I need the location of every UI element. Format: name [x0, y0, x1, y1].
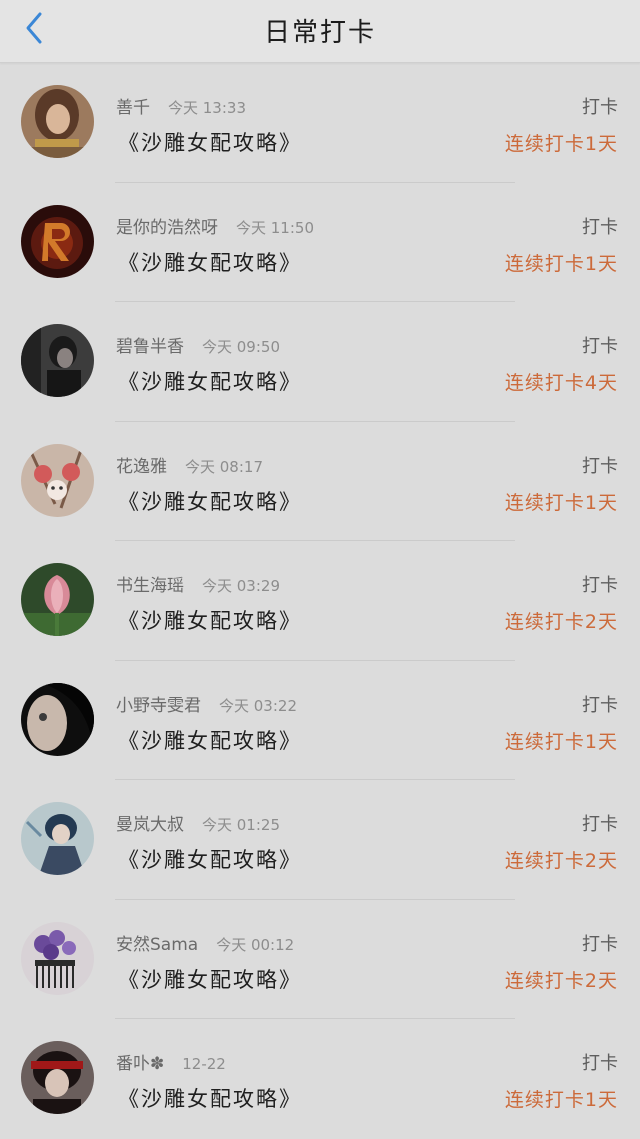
- list-item[interactable]: 番卟✽ 12-22 《沙雕女配攻略》 打卡 连续打卡1天: [0, 1019, 640, 1139]
- checkin-tag: 打卡: [582, 933, 618, 955]
- checkin-time: 今天 03:29: [202, 577, 280, 595]
- avatar[interactable]: [21, 85, 94, 158]
- list-item[interactable]: 书生海瑶 今天 03:29 《沙雕女配攻略》 打卡 连续打卡2天: [0, 541, 640, 661]
- checkin-time: 今天 00:12: [216, 935, 295, 954]
- user-name: 花逸雅 今天 08:17: [116, 456, 263, 477]
- checkin-time: 今天 01:25: [202, 816, 280, 834]
- checkin-tag: 打卡: [582, 694, 618, 716]
- nav-bar: 日常打卡: [0, 0, 640, 63]
- checkin-tag: 打卡: [582, 97, 618, 118]
- book-title: 《沙雕女配攻略》: [118, 967, 302, 992]
- checkin-time: 今天 11:50: [236, 218, 314, 237]
- avatar[interactable]: [21, 563, 94, 636]
- user-name: 小野寺雯君 今天 03:22: [116, 695, 297, 716]
- streak-count: 连续打卡1天: [504, 133, 618, 155]
- avatar[interactable]: [21, 682, 94, 756]
- page-title: 日常打卡: [263, 18, 376, 48]
- list-item[interactable]: 安然Sama 今天 00:12 《沙雕女配攻略》 打卡 连续打卡2天: [0, 900, 640, 1019]
- streak-count: 连续打卡1天: [504, 1089, 618, 1111]
- list-item[interactable]: 善千 今天 13:33 《沙雕女配攻略》 打卡 连续打卡1天: [0, 63, 640, 183]
- checkin-tag: 打卡: [582, 575, 618, 596]
- avatar[interactable]: [21, 204, 94, 278]
- streak-count: 连续打卡1天: [504, 730, 618, 753]
- book-title: 《沙雕女配攻略》: [118, 728, 302, 753]
- user-name: 是你的浩然呀 今天 11:50: [116, 217, 314, 238]
- streak-count: 连续打卡1天: [504, 491, 618, 514]
- list-item[interactable]: 花逸雅 今天 08:17 《沙雕女配攻略》 打卡 连续打卡1天: [0, 422, 640, 541]
- avatar[interactable]: [21, 802, 94, 875]
- book-title: 《沙雕女配攻略》: [118, 848, 302, 872]
- avatar[interactable]: [21, 324, 94, 397]
- user-name: 安然Sama 今天 00:12: [116, 934, 295, 955]
- list-item[interactable]: 曼岚大叔 今天 01:25 《沙雕女配攻略》 打卡 连续打卡2天: [0, 780, 640, 900]
- checkin-time: 今天 13:33: [168, 99, 246, 117]
- avatar[interactable]: [21, 921, 94, 995]
- streak-count: 连续打卡4天: [504, 372, 618, 394]
- streak-count: 连续打卡2天: [504, 969, 618, 992]
- book-title: 《沙雕女配攻略》: [118, 489, 302, 514]
- streak-count: 连续打卡2天: [504, 611, 618, 633]
- checkin-tag: 打卡: [582, 336, 618, 357]
- checkin-tag: 打卡: [582, 216, 618, 238]
- checkin-time: 今天 03:22: [219, 696, 297, 715]
- user-name: 书生海瑶 今天 03:29: [116, 576, 280, 596]
- checkin-tag: 打卡: [582, 814, 618, 835]
- book-title: 《沙雕女配攻略》: [118, 609, 302, 633]
- checkin-tag: 打卡: [582, 455, 618, 477]
- checkin-time: 12-22: [182, 1055, 226, 1073]
- book-title: 《沙雕女配攻略》: [118, 1087, 302, 1111]
- book-title: 《沙雕女配攻略》: [118, 370, 302, 394]
- user-name: 碧鲁半香 今天 09:50: [116, 337, 280, 357]
- list-item[interactable]: 小野寺雯君 今天 03:22 《沙雕女配攻略》 打卡 连续打卡1天: [0, 661, 640, 780]
- list-item[interactable]: 是你的浩然呀 今天 11:50 《沙雕女配攻略》 打卡 连续打卡1天: [0, 183, 640, 302]
- avatar[interactable]: [21, 443, 94, 517]
- streak-count: 连续打卡2天: [504, 850, 618, 872]
- list-item[interactable]: 碧鲁半香 今天 09:50 《沙雕女配攻略》 打卡 连续打卡4天: [0, 302, 640, 422]
- avatar[interactable]: [21, 1041, 94, 1114]
- user-name: 曼岚大叔 今天 01:25: [116, 815, 280, 835]
- book-title: 《沙雕女配攻略》: [118, 131, 302, 155]
- streak-count: 连续打卡1天: [504, 252, 618, 275]
- user-name: 善千 今天 13:33: [116, 98, 246, 118]
- user-name: 番卟✽ 12-22: [116, 1054, 226, 1074]
- checkin-time: 今天 08:17: [185, 457, 263, 476]
- checkin-list: 善千 今天 13:33 《沙雕女配攻略》 打卡 连续打卡1天 是你的浩然呀 今天 1…: [0, 63, 640, 1139]
- book-title: 《沙雕女配攻略》: [118, 250, 302, 275]
- checkin-time: 今天 09:50: [202, 338, 280, 356]
- checkin-tag: 打卡: [582, 1053, 618, 1074]
